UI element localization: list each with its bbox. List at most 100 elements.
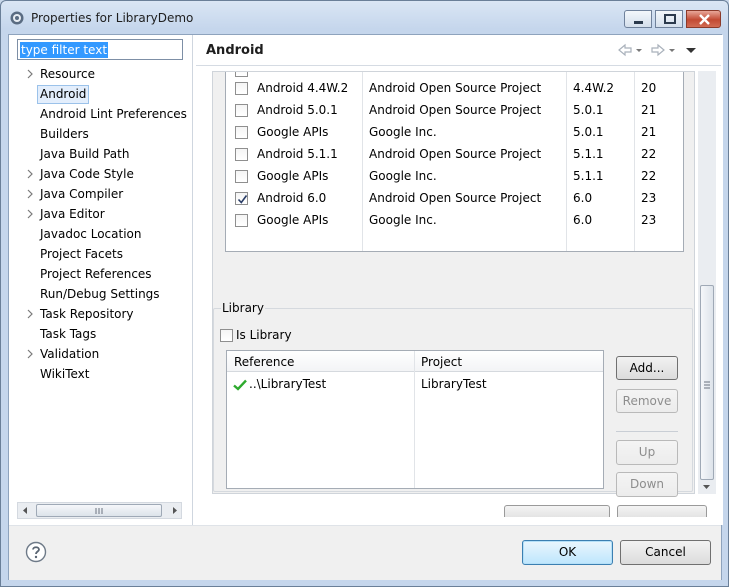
tree-item-android-lint-preferences[interactable]: Android Lint Preferences [23, 105, 191, 124]
remove-button[interactable]: Remove [616, 389, 678, 413]
tree-item-project-references[interactable]: Project References [23, 265, 191, 284]
build-target-table[interactable]: Android 4.4W.2 Android Open Source Proje… [225, 72, 684, 252]
close-button[interactable] [686, 10, 721, 28]
column-divider [414, 351, 415, 488]
table-row[interactable]: Google APIs Google Inc. 6.0 23 [226, 210, 683, 232]
tree-item-java-compiler[interactable]: Java Compiler [23, 185, 191, 204]
table-row[interactable]: Android 5.0.1 Android Open Source Projec… [226, 100, 683, 122]
maximize-button[interactable] [655, 10, 683, 28]
minimize-button[interactable] [624, 10, 652, 28]
forward-arrow-icon[interactable] [650, 43, 666, 57]
row-checkbox-checked[interactable] [235, 192, 248, 205]
filter-input[interactable]: type filter text [17, 39, 183, 60]
row-checkbox[interactable] [235, 104, 248, 117]
tree-item-task-tags[interactable]: Task Tags [23, 325, 191, 344]
scrollbar-grip-icon [95, 508, 103, 514]
check-ok-icon [233, 379, 247, 391]
expand-arrow-icon[interactable] [25, 169, 35, 179]
minimize-icon [634, 21, 643, 24]
tree-item-java-editor[interactable]: Java Editor [23, 205, 191, 224]
target-vendor: Google Inc. [369, 125, 437, 139]
table-row[interactable]: Google APIs Google Inc. 5.1.1 22 [226, 166, 683, 188]
target-name: Android 5.0.1 [257, 103, 338, 117]
table-row[interactable]: Google APIs Google Inc. 5.0.1 21 [226, 122, 683, 144]
is-library-checkbox-box[interactable] [220, 329, 233, 342]
close-icon [699, 14, 710, 25]
tree-item-validation[interactable]: Validation [23, 345, 191, 364]
target-name: Google APIs [257, 125, 329, 139]
maximize-icon [664, 14, 676, 24]
table-row[interactable]: Android 6.0 Android Open Source Project … [226, 188, 683, 210]
tree-item-label: Builders [40, 127, 89, 141]
tree-item-label: Project References [40, 267, 152, 281]
target-platform: 5.1.1 [573, 147, 604, 161]
target-name: Android 4.4W.2 [257, 81, 349, 95]
tree-item-label: Resource [40, 67, 96, 81]
tree-item-run-debug-settings[interactable]: Run/Debug Settings [23, 285, 191, 304]
view-menu-icon[interactable] [684, 43, 698, 57]
tree-item-project-facets[interactable]: Project Facets [23, 245, 191, 264]
tree-item-java-code-style[interactable]: Java Code Style [23, 165, 191, 184]
row-checkbox[interactable] [235, 214, 248, 227]
back-dropdown-icon[interactable] [634, 43, 644, 57]
row-checkbox[interactable] [235, 170, 248, 183]
table-row[interactable]: Android 4.4W.2 Android Open Source Proje… [226, 78, 683, 100]
help-icon[interactable] [25, 541, 47, 563]
library-reference-table[interactable]: Reference Project ..\LibraryTest Library… [226, 350, 604, 489]
target-vendor: Android Open Source Project [369, 147, 542, 161]
ok-button[interactable]: OK [522, 540, 613, 565]
target-api: 23 [641, 213, 657, 227]
up-button[interactable]: Up [616, 440, 678, 465]
target-vendor: Android Open Source Project [369, 191, 542, 205]
target-vendor: Google Inc. [369, 213, 437, 227]
dialog-footer: OK Cancel [9, 525, 721, 580]
expand-arrow-icon[interactable] [25, 349, 35, 359]
row-checkbox [235, 72, 248, 77]
properties-dialog: Properties for LibraryDemo type filter t… [0, 0, 729, 587]
down-button[interactable]: Down [616, 472, 678, 497]
restore-defaults-button[interactable] [504, 505, 610, 517]
row-checkbox[interactable] [235, 148, 248, 161]
tree-item-label: Java Build Path [40, 147, 130, 161]
row-checkbox[interactable] [235, 126, 248, 139]
scrollbar-grip-icon [704, 381, 710, 389]
tree-item-javadoc-location[interactable]: Javadoc Location [23, 225, 191, 244]
expand-arrow-icon[interactable] [25, 209, 35, 219]
scrollbar-thumb[interactable] [36, 504, 162, 517]
tree-item-builders[interactable]: Builders [23, 125, 191, 144]
add-button[interactable]: Add... [616, 356, 678, 380]
expand-arrow-icon[interactable] [25, 69, 35, 79]
tree-item-label: WikiText [40, 367, 90, 381]
page-vertical-scrollbar[interactable] [698, 71, 716, 494]
tree-item-wikitext[interactable]: WikiText [23, 365, 191, 384]
tree-item-label: Task Tags [40, 327, 97, 341]
target-platform: 5.1.1 [573, 169, 604, 183]
tree-item-label: Project Facets [40, 247, 123, 261]
tree-item-resource[interactable]: Resource [23, 65, 191, 84]
tree-item-label: Run/Debug Settings [40, 287, 160, 301]
reference-project: LibraryTest [421, 377, 487, 391]
table-row[interactable]: Android 5.1.1 Android Open Source Projec… [226, 144, 683, 166]
scroll-down-arrow-icon[interactable] [703, 483, 710, 490]
title-bar[interactable]: Properties for LibraryDemo [1, 1, 728, 35]
column-header-project[interactable]: Project [421, 355, 462, 369]
target-platform: 5.0.1 [573, 103, 604, 117]
target-api: 22 [641, 147, 657, 161]
cancel-button[interactable]: Cancel [620, 540, 711, 565]
target-api: 23 [641, 191, 657, 205]
tree-item-android[interactable]: Android [23, 85, 191, 104]
scrollbar-thumb[interactable] [700, 285, 714, 480]
tree-item-java-build-path[interactable]: Java Build Path [23, 145, 191, 164]
tree-item-task-repository[interactable]: Task Repository [23, 305, 191, 324]
forward-dropdown-icon[interactable] [667, 43, 677, 57]
scroll-left-arrow-icon[interactable] [22, 507, 29, 514]
table-row[interactable]: ..\LibraryTest LibraryTest [227, 374, 603, 394]
apply-button[interactable] [617, 505, 707, 517]
column-header-reference[interactable]: Reference [234, 355, 294, 369]
expand-arrow-icon[interactable] [25, 309, 35, 319]
row-checkbox[interactable] [235, 82, 248, 95]
tree-horizontal-scrollbar[interactable] [17, 502, 182, 519]
scroll-right-arrow-icon[interactable] [171, 507, 178, 514]
back-arrow-icon[interactable] [617, 43, 633, 57]
expand-arrow-icon[interactable] [25, 189, 35, 199]
